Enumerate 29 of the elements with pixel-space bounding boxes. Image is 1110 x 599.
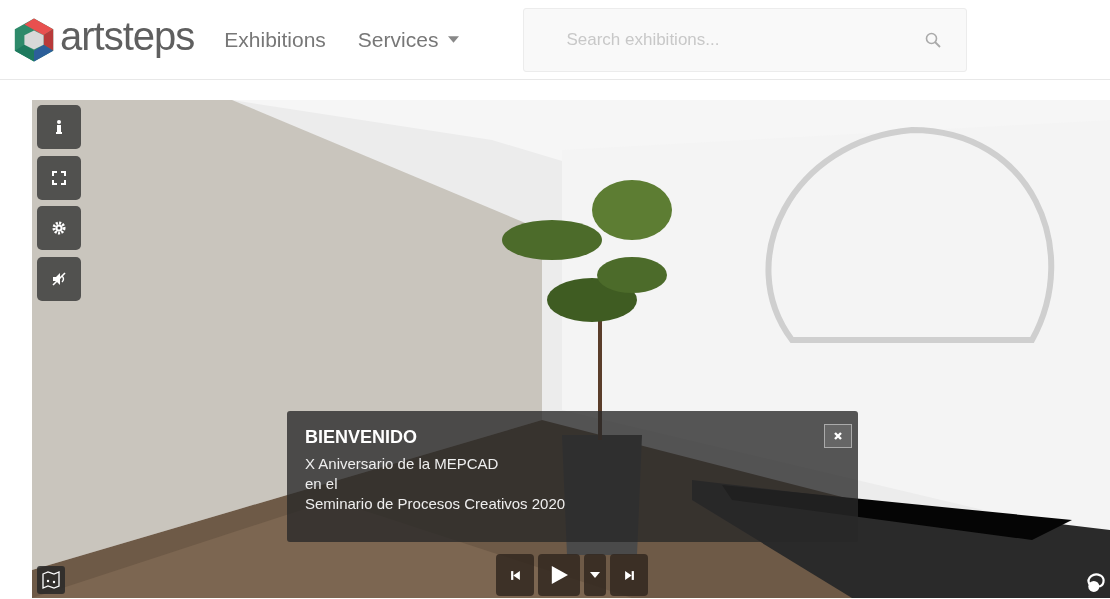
logo-text[interactable]: artsteps: [60, 14, 195, 59]
play-button[interactable]: [538, 554, 580, 596]
caret-icon: [448, 36, 460, 43]
settings-button[interactable]: [37, 206, 81, 250]
dropdown-button[interactable]: [584, 554, 606, 596]
gear-icon: [51, 220, 67, 236]
fullscreen-icon: [51, 170, 67, 186]
fullscreen-button[interactable]: [37, 156, 81, 200]
info-button[interactable]: [37, 105, 81, 149]
search-icon: [925, 31, 942, 48]
dialog-title: BIENVENIDO: [305, 427, 418, 448]
close-button[interactable]: [824, 424, 852, 448]
dialog-text: X Aniversario de la MEPCAD: [305, 454, 499, 474]
previous-icon: [509, 569, 521, 581]
mute-icon: [51, 271, 67, 287]
chat-icon[interactable]: [1085, 571, 1107, 593]
previous-button[interactable]: [496, 554, 534, 596]
nav-link[interactable]: Services: [357, 27, 460, 52]
map-icon: [41, 570, 61, 590]
map-button[interactable]: [37, 566, 65, 594]
mute-button[interactable]: [37, 257, 81, 301]
next-button[interactable]: [610, 554, 648, 596]
next-icon: [623, 569, 635, 581]
caret-icon: [590, 572, 600, 578]
dialog-text: en el: [305, 474, 338, 494]
nav-link[interactable]: Exhibitions: [224, 27, 326, 52]
play-icon: [550, 566, 568, 584]
dialog-text: Seminario de Procesos Creativos 2020: [305, 494, 566, 514]
close-icon: [833, 431, 843, 441]
